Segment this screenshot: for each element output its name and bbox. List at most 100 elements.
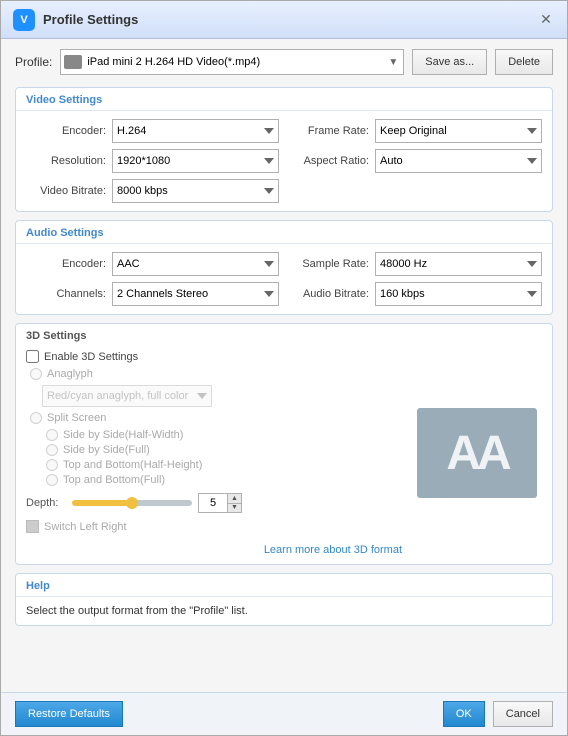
video-settings-title: Video Settings [16,88,552,111]
audio-bitrate-select[interactable]: 160 kbps [375,282,542,306]
profile-row: Profile: iPad mini 2 H.264 HD Video(*.mp… [15,49,553,75]
channels-select[interactable]: 2 Channels Stereo [112,282,279,306]
anaglyph-select[interactable]: Red/cyan anaglyph, full color [42,385,212,407]
profile-select[interactable]: iPad mini 2 H.264 HD Video(*.mp4) [60,49,404,75]
3d-preview-container: AA [412,350,542,556]
ok-button[interactable]: OK [443,701,485,727]
main-content: Profile: iPad mini 2 H.264 HD Video(*.mp… [1,39,567,692]
switch-label: Switch Left Right [44,521,127,533]
video-settings-section: Video Settings Encoder: H.264 Resolution… [15,87,553,212]
3d-settings-section: 3D Settings Enable 3D Settings Anaglyph [15,323,553,565]
restore-defaults-button[interactable]: Restore Defaults [15,701,123,727]
enable-3d-label: Enable 3D Settings [44,351,138,363]
resolution-label: Resolution: [26,155,106,167]
resolution-row: Resolution: 1920*1080 [26,149,279,173]
profile-label: Profile: [15,55,52,69]
aspect-ratio-label: Aspect Ratio: [289,155,369,167]
split-option-1: Side by Side(Half-Width) [46,429,402,441]
depth-spinner: ▲ ▼ [198,493,242,513]
split-option-2-label: Side by Side(Full) [63,444,150,456]
save-as-button[interactable]: Save as... [412,49,487,75]
learn-more-link[interactable]: Learn more about 3D format [264,544,402,556]
audio-bitrate-label: Audio Bitrate: [289,288,369,300]
help-body: Select the output format from the "Profi… [16,597,552,625]
sample-rate-row: Sample Rate: 48000 Hz [289,252,542,276]
encoder-label: Encoder: [26,125,106,137]
aa-preview-text: AA [446,426,507,481]
anaglyph-radio[interactable] [30,368,42,380]
video-settings-grid: Encoder: H.264 Resolution: 1920*1080 [26,119,542,203]
3d-settings-body: Enable 3D Settings Anaglyph Red/cyan ana… [16,346,552,564]
audio-left-col: Encoder: AAC Channels: 2 Channels Stereo [26,252,279,306]
aspect-ratio-select[interactable]: Auto [375,149,542,173]
switch-checkbox[interactable] [26,520,39,533]
depth-up-arrow[interactable]: ▲ [227,494,241,504]
profile-select-wrapper: iPad mini 2 H.264 HD Video(*.mp4) ▼ [60,49,404,75]
split-option-1-label: Side by Side(Half-Width) [63,429,183,441]
frame-rate-select[interactable]: Keep Original [375,119,542,143]
split-option-3-radio[interactable] [46,459,58,471]
title-bar-left: V Profile Settings [13,9,138,31]
video-bitrate-row: Video Bitrate: 8000 kbps [26,179,279,203]
delete-button[interactable]: Delete [495,49,553,75]
split-option-2-radio[interactable] [46,444,58,456]
split-screen-label: Split Screen [47,412,106,424]
split-option-3-label: Top and Bottom(Half-Height) [63,459,202,471]
footer-right: OK Cancel [443,701,553,727]
split-option-4: Top and Bottom(Full) [46,474,402,486]
audio-settings-grid: Encoder: AAC Channels: 2 Channels Stereo [26,252,542,306]
split-option-4-radio[interactable] [46,474,58,486]
sample-rate-select[interactable]: 48000 Hz [375,252,542,276]
anaglyph-label: Anaglyph [47,368,93,380]
learn-more-row: Learn more about 3D format [26,542,402,556]
dialog-title: Profile Settings [43,12,138,27]
enable-3d-row: Enable 3D Settings [26,350,402,363]
split-option-1-radio[interactable] [46,429,58,441]
split-screen-row: Split Screen [26,412,402,424]
help-section: Help Select the output format from the "… [15,573,553,626]
video-bitrate-label: Video Bitrate: [26,185,106,197]
video-bitrate-select[interactable]: 8000 kbps [112,179,279,203]
split-option-3: Top and Bottom(Half-Height) [46,459,402,471]
depth-down-arrow[interactable]: ▼ [227,504,241,513]
cancel-button[interactable]: Cancel [493,701,553,727]
video-right-col: Frame Rate: Keep Original Aspect Ratio: … [289,119,542,203]
video-settings-body: Encoder: H.264 Resolution: 1920*1080 [16,111,552,211]
depth-label: Depth: [26,497,66,509]
depth-row: Depth: ▲ ▼ [26,493,402,513]
aspect-ratio-row: Aspect Ratio: Auto [289,149,542,173]
audio-settings-body: Encoder: AAC Channels: 2 Channels Stereo [16,244,552,314]
depth-arrows: ▲ ▼ [227,494,241,512]
close-button[interactable]: ✕ [537,11,555,29]
audio-encoder-label: Encoder: [26,258,106,270]
dialog-profile-settings: V Profile Settings ✕ Profile: iPad mini … [0,0,568,736]
aa-preview: AA [417,408,537,498]
profile-icon [64,55,82,69]
enable-3d-checkbox[interactable] [26,350,39,363]
anaglyph-select-container: Red/cyan anaglyph, full color [26,385,402,407]
resolution-select[interactable]: 1920*1080 [112,149,279,173]
frame-rate-row: Frame Rate: Keep Original [289,119,542,143]
audio-right-col: Sample Rate: 48000 Hz Audio Bitrate: 160… [289,252,542,306]
help-title: Help [16,574,552,597]
audio-encoder-row: Encoder: AAC [26,252,279,276]
app-icon: V [13,9,35,31]
3d-settings-left: Enable 3D Settings Anaglyph Red/cyan ana… [26,350,402,556]
channels-row: Channels: 2 Channels Stereo [26,282,279,306]
anaglyph-select-wrapper: Red/cyan anaglyph, full color [42,385,402,407]
encoder-select[interactable]: H.264 [112,119,279,143]
depth-slider[interactable] [72,500,192,506]
split-option-2: Side by Side(Full) [46,444,402,456]
depth-input[interactable] [199,494,227,512]
encoder-row: Encoder: H.264 [26,119,279,143]
footer: Restore Defaults OK Cancel [1,692,567,735]
switch-row: Switch Left Right [26,520,402,533]
audio-bitrate-row: Audio Bitrate: 160 kbps [289,282,542,306]
split-screen-radio[interactable] [30,412,42,424]
frame-rate-label: Frame Rate: [289,125,369,137]
channels-label: Channels: [26,288,106,300]
3d-settings-title: 3D Settings [16,324,552,346]
audio-encoder-select[interactable]: AAC [112,252,279,276]
anaglyph-row: Anaglyph [26,368,402,380]
title-bar: V Profile Settings ✕ [1,1,567,39]
